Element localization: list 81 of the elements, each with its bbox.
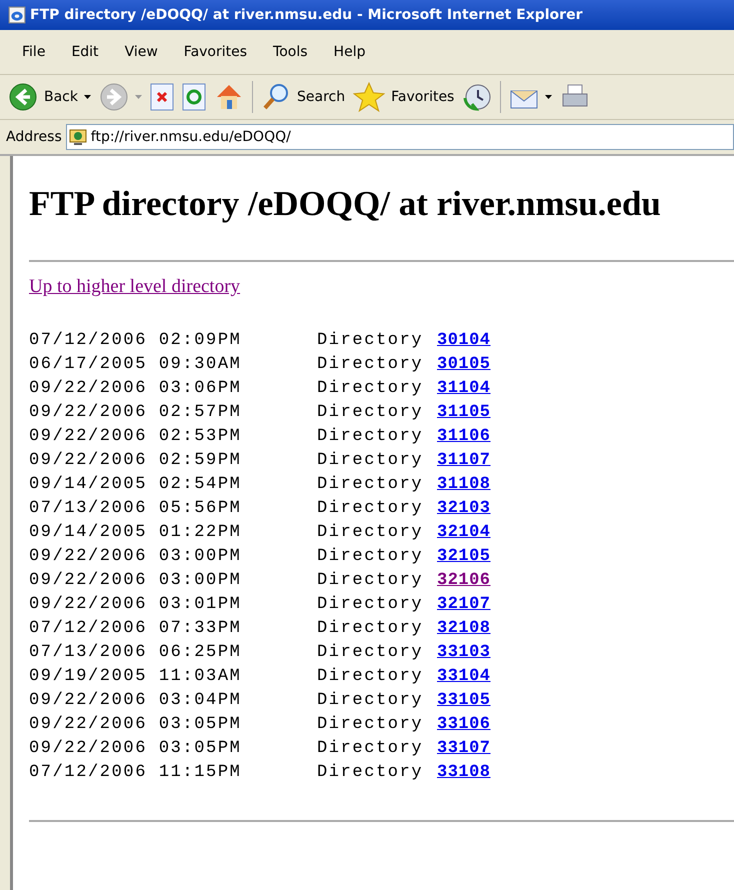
modified-date: 09/22/2006 03:06PM: [29, 378, 242, 398]
modified-date: 09/22/2006 03:00PM: [29, 546, 242, 566]
entry-type: Directory: [317, 642, 424, 662]
entry-type: Directory: [317, 354, 424, 374]
directory-link[interactable]: 32105: [437, 546, 491, 566]
modified-date: 07/13/2006 06:25PM: [29, 642, 242, 662]
refresh-icon[interactable]: [182, 83, 206, 111]
entry-type: Directory: [317, 450, 424, 470]
page-heading: FTP directory /eDOQQ/ at river.nmsu.edu: [29, 184, 662, 224]
directory-link[interactable]: 30105: [437, 354, 491, 374]
entry-type: Directory: [317, 594, 424, 614]
address-field[interactable]: ftp://river.nmsu.edu/eDOQQ/: [66, 124, 734, 150]
entry-type: Directory: [317, 762, 424, 782]
entry-type: Directory: [317, 522, 424, 542]
directory-link[interactable]: 31105: [437, 402, 491, 422]
entry-type: Directory: [317, 402, 424, 422]
modified-date: 09/22/2006 03:05PM: [29, 738, 242, 758]
directory-link[interactable]: 31104: [437, 378, 491, 398]
entry-type: Directory: [317, 474, 424, 494]
window-title: FTP directory /eDOQQ/ at river.nmsu.edu - Microsoft Internet Explorer: [30, 7, 582, 23]
entry-type: Directory: [317, 498, 424, 518]
directory-link[interactable]: 31106: [437, 426, 491, 446]
modified-date: 09/22/2006 03:04PM: [29, 690, 242, 710]
stop-icon[interactable]: [150, 83, 174, 111]
directory-link[interactable]: 32103: [437, 498, 491, 518]
menu-item[interactable]: Edit: [59, 44, 113, 60]
modified-date: 09/22/2006 02:59PM: [29, 450, 242, 470]
modified-date: 09/19/2005 11:03AM: [29, 666, 242, 686]
browser-logo-icon: [8, 6, 26, 24]
caret-icon[interactable]: [545, 95, 552, 99]
entry-type: Directory: [317, 378, 424, 398]
favorites-button[interactable]: Favorites: [353, 81, 454, 113]
history-icon[interactable]: [462, 82, 492, 112]
directory-link[interactable]: 33107: [437, 738, 491, 758]
entry-type: Directory: [317, 714, 424, 734]
entry-type: Directory: [317, 738, 424, 758]
modified-date: 09/22/2006 02:53PM: [29, 426, 242, 446]
menu-item[interactable]: View: [112, 44, 172, 60]
directory-link[interactable]: 30104: [437, 330, 491, 350]
back-button[interactable]: Back: [8, 82, 78, 112]
address-label: Address: [6, 129, 62, 145]
directory-link[interactable]: 32106: [437, 570, 491, 590]
entry-type: Directory: [317, 330, 424, 350]
directory-link[interactable]: 33108: [437, 762, 491, 782]
caret-icon[interactable]: [84, 95, 91, 99]
modified-date: 07/12/2006 07:33PM: [29, 618, 242, 638]
modified-date: 09/22/2006 03:05PM: [29, 714, 242, 734]
directory-link[interactable]: 32107: [437, 594, 491, 614]
star-icon: [353, 81, 386, 113]
ftp-folder-icon: [68, 128, 87, 146]
forward-button-icon[interactable]: [99, 82, 129, 112]
entry-type: Directory: [317, 546, 424, 566]
modified-date: 07/13/2006 05:56PM: [29, 498, 242, 518]
modified-date: 09/22/2006 03:01PM: [29, 594, 242, 614]
entry-type: Directory: [317, 570, 424, 590]
directory-link[interactable]: 33105: [437, 690, 491, 710]
menu-item[interactable]: File: [10, 44, 60, 60]
directory-link[interactable]: 31108: [437, 474, 491, 494]
entry-type: Directory: [317, 618, 424, 638]
directory-link[interactable]: 32108: [437, 618, 491, 638]
directory-link[interactable]: 31107: [437, 450, 491, 470]
modified-date: 09/22/2006 03:00PM: [29, 570, 242, 590]
menu-item[interactable]: Favorites: [172, 44, 262, 60]
modified-date: 06/17/2005 09:30AM: [29, 354, 242, 374]
entry-type: Directory: [317, 666, 424, 686]
modified-date: 07/12/2006 11:15PM: [29, 762, 242, 782]
modified-date: 09/22/2006 02:57PM: [29, 402, 242, 422]
entry-type: Directory: [317, 426, 424, 446]
search-icon: [261, 82, 291, 112]
directory-link[interactable]: 33103: [437, 642, 491, 662]
directory-link[interactable]: 33106: [437, 714, 491, 734]
directory-link[interactable]: 33104: [437, 666, 491, 686]
directory-link[interactable]: 32104: [437, 522, 491, 542]
search-button[interactable]: Search: [261, 82, 346, 112]
menu-item[interactable]: Tools: [261, 44, 322, 60]
modified-date: 09/14/2005 01:22PM: [29, 522, 242, 542]
menu-item[interactable]: Help: [322, 44, 380, 60]
parent-directory-link[interactable]: Up to higher level directory: [29, 276, 240, 298]
modified-date: 07/12/2006 02:09PM: [29, 330, 242, 350]
modified-date: 09/14/2005 02:54PM: [29, 474, 242, 494]
entry-type: Directory: [317, 690, 424, 710]
